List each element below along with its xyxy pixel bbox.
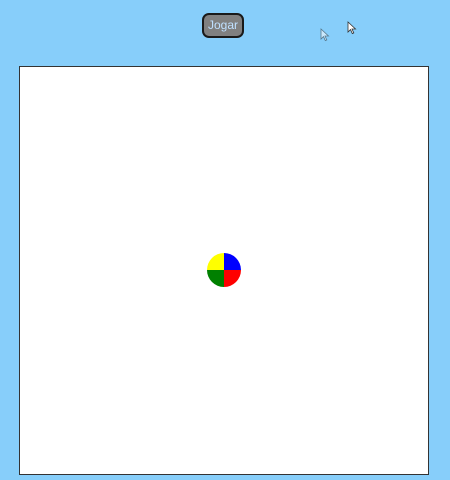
ball-quadrant-bottom-right [224, 270, 241, 287]
ball-quadrant-top-right [224, 253, 241, 270]
play-button[interactable]: Jogar [202, 13, 244, 38]
ball-quadrant-bottom-left [207, 270, 224, 287]
ball [207, 253, 241, 287]
game-board[interactable] [19, 66, 429, 475]
mouse-pointer-icon [347, 21, 357, 35]
ball-quadrant-top-left [207, 253, 224, 270]
mouse-pointer-icon [320, 28, 330, 42]
